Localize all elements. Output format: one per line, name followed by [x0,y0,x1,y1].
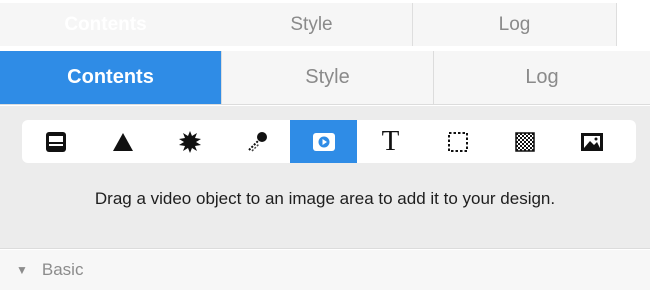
starburst-tool-button[interactable] [156,120,223,163]
starburst-icon [178,130,201,153]
main-tab-bar: Contents Style Log [0,51,650,105]
tab-label: Style [305,66,350,88]
video-icon [312,132,335,151]
pattern-icon [514,131,535,152]
tab-log-top[interactable]: Log [413,3,617,46]
tab-label: Style [290,13,333,35]
text-tool-icon: T [381,125,400,157]
secondary-tab-bar: Contents Style Log [0,3,617,46]
frame-tool-button[interactable] [424,120,491,163]
text-box-tool-button[interactable] [22,120,89,163]
basic-section-header[interactable]: ▼ Basic [0,250,650,290]
image-icon [580,132,603,151]
tab-label: Log [498,13,531,35]
video-tool-button[interactable] [290,120,357,163]
shape-tool-button[interactable] [89,120,156,163]
tab-contents-top[interactable]: Contents [0,3,211,46]
hint-text: Drag a video object to an image area to … [94,189,556,208]
disclosure-triangle-icon[interactable]: ▼ [16,263,28,277]
tab-style-top[interactable]: Style [211,3,413,46]
brush-icon [247,131,267,152]
text-tool-button[interactable]: T [357,120,424,163]
triangle-icon [112,132,133,151]
tab-contents[interactable]: Contents [0,51,222,104]
section-label: Basic [41,260,84,279]
object-toolbar: T [22,120,636,163]
image-tool-button[interactable] [558,120,625,163]
tab-label: Contents [67,66,154,88]
pattern-tool-button[interactable] [491,120,558,163]
brush-tool-button[interactable] [223,120,290,163]
tab-label: Log [525,66,559,88]
contents-panel: T Drag a video object to an image area t… [0,106,650,249]
drag-hint-text: Drag a video object to an image area to … [0,187,650,211]
tab-log[interactable]: Log [434,51,650,104]
selection-frame-icon [447,131,468,152]
tab-label: Contents [64,13,147,35]
tab-style[interactable]: Style [222,51,434,104]
text-box-icon [45,131,66,152]
